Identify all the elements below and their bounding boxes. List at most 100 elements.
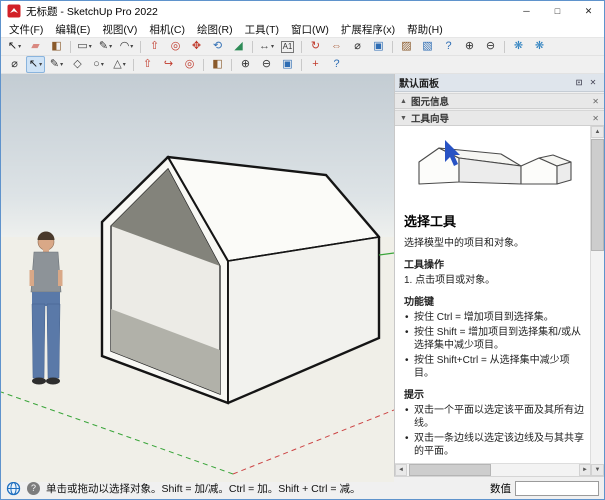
axes-tool-button[interactable]: + (306, 56, 325, 73)
menu-item-5[interactable]: 工具(T) (239, 22, 285, 37)
tape-measure-tool-button[interactable]: ↔▾ (257, 38, 276, 55)
line-tool-icon: ✎ (99, 40, 108, 53)
instructor-panel: 选择工具 选择模型中的项目和对象。 工具操作 1. 点击项目或对象。 功能键 按… (395, 126, 604, 476)
minimize-button[interactable]: ─ (511, 1, 542, 21)
zoom-extents-tool-button[interactable]: ▣ (369, 38, 388, 55)
rotate-tool-button[interactable]: ⟲ (208, 38, 227, 55)
pan-tool-icon: ⇔ (331, 40, 342, 53)
help-tool-2-button[interactable]: ? (327, 56, 346, 73)
toolbar-separator (504, 41, 505, 53)
scene-canvas (1, 74, 394, 482)
extension-warehouse-button[interactable]: ❋ (509, 38, 528, 55)
maximize-button[interactable]: □ (542, 1, 573, 21)
tray-pin-icon[interactable]: ⊡ (572, 78, 586, 87)
arc-tool-icon: ◠ (120, 40, 130, 53)
paint-bucket-tool-button[interactable]: ◧ (47, 38, 66, 55)
pan-tool-button[interactable]: ⇔ (327, 38, 346, 55)
tray-close-icon[interactable]: ✕ (586, 78, 600, 87)
help-icon[interactable]: ? (27, 482, 40, 495)
zoom-in-tool-2-button[interactable]: ⊕ (236, 56, 255, 73)
help-tool-button[interactable]: ? (439, 38, 458, 55)
panel-section-entity-info[interactable]: ▲ 图元信息 ✕ (395, 93, 604, 109)
menu-item-8[interactable]: 帮助(H) (401, 22, 449, 37)
dropdown-caret-icon[interactable]: ▾ (271, 43, 274, 50)
offset-tool-2-button[interactable]: ◎ (180, 56, 199, 73)
dropdown-caret-icon[interactable]: ▾ (60, 61, 63, 68)
dropdown-caret-icon[interactable]: ▾ (101, 61, 104, 68)
push-pull-tool-button[interactable]: ⇧ (145, 38, 164, 55)
scroll-up-icon[interactable]: ▲ (591, 126, 604, 138)
section-close-icon[interactable]: ✕ (592, 114, 599, 123)
offset-tool-button[interactable]: ◎ (166, 38, 185, 55)
measurements-input[interactable] (515, 481, 599, 496)
horizontal-scroll-thumb[interactable] (409, 464, 491, 476)
bullet-item: 双击一条边线以选定该边线及与其共享的平面。 (404, 432, 584, 458)
measurements-label: 数值 (490, 481, 511, 496)
select-tool-button[interactable]: ↖▾ (5, 38, 24, 55)
operations-list: 1. 点击项目或对象。 (404, 274, 584, 287)
model-viewport[interactable] (1, 74, 394, 476)
dropdown-caret-icon[interactable]: ▾ (130, 43, 133, 50)
vertical-scrollbar[interactable]: ▲ ▼ (590, 126, 604, 476)
zoom-tool-button[interactable]: ⌀ (348, 38, 367, 55)
dropdown-caret-icon[interactable]: ▾ (109, 43, 112, 50)
panel-section-instructor[interactable]: ▼ 工具向导 ✕ (395, 110, 604, 126)
dropdown-caret-icon[interactable]: ▾ (39, 61, 42, 68)
section-close-icon[interactable]: ✕ (592, 97, 599, 106)
dropdown-caret-icon[interactable]: ▾ (18, 43, 21, 50)
menu-item-0[interactable]: 文件(F) (3, 22, 49, 37)
toolbar-separator (392, 41, 393, 53)
geolocation-icon[interactable] (6, 481, 21, 496)
vertical-scroll-thumb[interactable] (591, 139, 604, 251)
scroll-right-icon[interactable]: ► (579, 464, 591, 476)
styles-tool-button[interactable]: ▧ (418, 38, 437, 55)
menu-item-3[interactable]: 相机(C) (143, 22, 191, 37)
scale-tool-button[interactable]: ◢ (229, 38, 248, 55)
zoom-window-tool-button[interactable]: ⌀ (5, 56, 24, 73)
push-pull-tool-2-button[interactable]: ⇧ (138, 56, 157, 73)
close-button[interactable]: ✕ (573, 1, 604, 21)
toolbar-separator (203, 59, 204, 71)
eraser-tool-button[interactable]: ▰ (26, 38, 45, 55)
scroll-down-icon[interactable]: ▼ (591, 464, 604, 476)
polygon-tool-button[interactable]: △▾ (110, 56, 129, 73)
orbit-tool-button[interactable]: ↻ (306, 38, 325, 55)
dropdown-caret-icon[interactable]: ▾ (89, 43, 92, 50)
circle-tool-button[interactable]: ○▾ (89, 56, 108, 73)
freehand-tool-button[interactable]: ✎▾ (47, 56, 66, 73)
zoom-extents-tool-2-button[interactable]: ▣ (278, 56, 297, 73)
toolbar-separator (301, 41, 302, 53)
zoom-in-tool-2-icon: ⊕ (241, 58, 250, 71)
extension-manager-icon: ❋ (535, 40, 544, 53)
rectangle-tool-button[interactable]: ▭▾ (75, 38, 94, 55)
menu-item-7[interactable]: 扩展程序(x) (335, 22, 401, 37)
line-tool-button[interactable]: ✎▾ (96, 38, 115, 55)
paint-bucket-tool-2-button[interactable]: ◧ (208, 56, 227, 73)
zoom-extents-tool-icon: ▣ (373, 40, 383, 53)
text-tool-button[interactable]: A1 (278, 38, 297, 55)
extension-manager-button[interactable]: ❋ (530, 38, 549, 55)
rotated-rectangle-tool-button[interactable]: ◇ (68, 56, 87, 73)
follow-me-tool-button[interactable]: ↪ (159, 56, 178, 73)
select-tool-active-icon: ↖ (29, 58, 38, 71)
zoom-in-tool-button[interactable]: ⊕ (460, 38, 479, 55)
tips-list: 双击一个平面以选定该平面及其所有边线。双击一条边线以选定该边线及与其共享的平面。 (404, 404, 584, 458)
menu-item-6[interactable]: 窗口(W) (285, 22, 335, 37)
zoom-out-tool-2-button[interactable]: ⊖ (257, 56, 276, 73)
status-hint: 单击或拖动以选择对象。Shift = 加/减。Ctrl = 加。Shift + … (46, 481, 360, 496)
horizontal-scrollbar[interactable]: ◄ ► (395, 463, 591, 476)
dropdown-caret-icon[interactable]: ▾ (123, 61, 126, 68)
select-tool-active-button[interactable]: ↖▾ (26, 56, 45, 73)
tool-title: 选择工具 (404, 214, 584, 231)
arc-tool-button[interactable]: ◠▾ (117, 38, 136, 55)
move-tool-button[interactable]: ✥ (187, 38, 206, 55)
scroll-left-icon[interactable]: ◄ (395, 464, 407, 476)
menu-item-2[interactable]: 视图(V) (96, 22, 143, 37)
bullet-item: 按住 Shift = 增加项目到选择集和/或从选择集中减少项目。 (404, 326, 584, 352)
modifier-keys-list: 按住 Ctrl = 增加项目到选择集。按住 Shift = 增加项目到选择集和/… (404, 311, 584, 380)
menu-item-1[interactable]: 编辑(E) (49, 22, 96, 37)
menu-item-4[interactable]: 绘图(R) (191, 22, 239, 37)
window-title: 无标题 - SketchUp Pro 2022 (26, 4, 158, 19)
materials-tool-button[interactable]: ▨ (397, 38, 416, 55)
zoom-out-tool-button[interactable]: ⊖ (481, 38, 500, 55)
